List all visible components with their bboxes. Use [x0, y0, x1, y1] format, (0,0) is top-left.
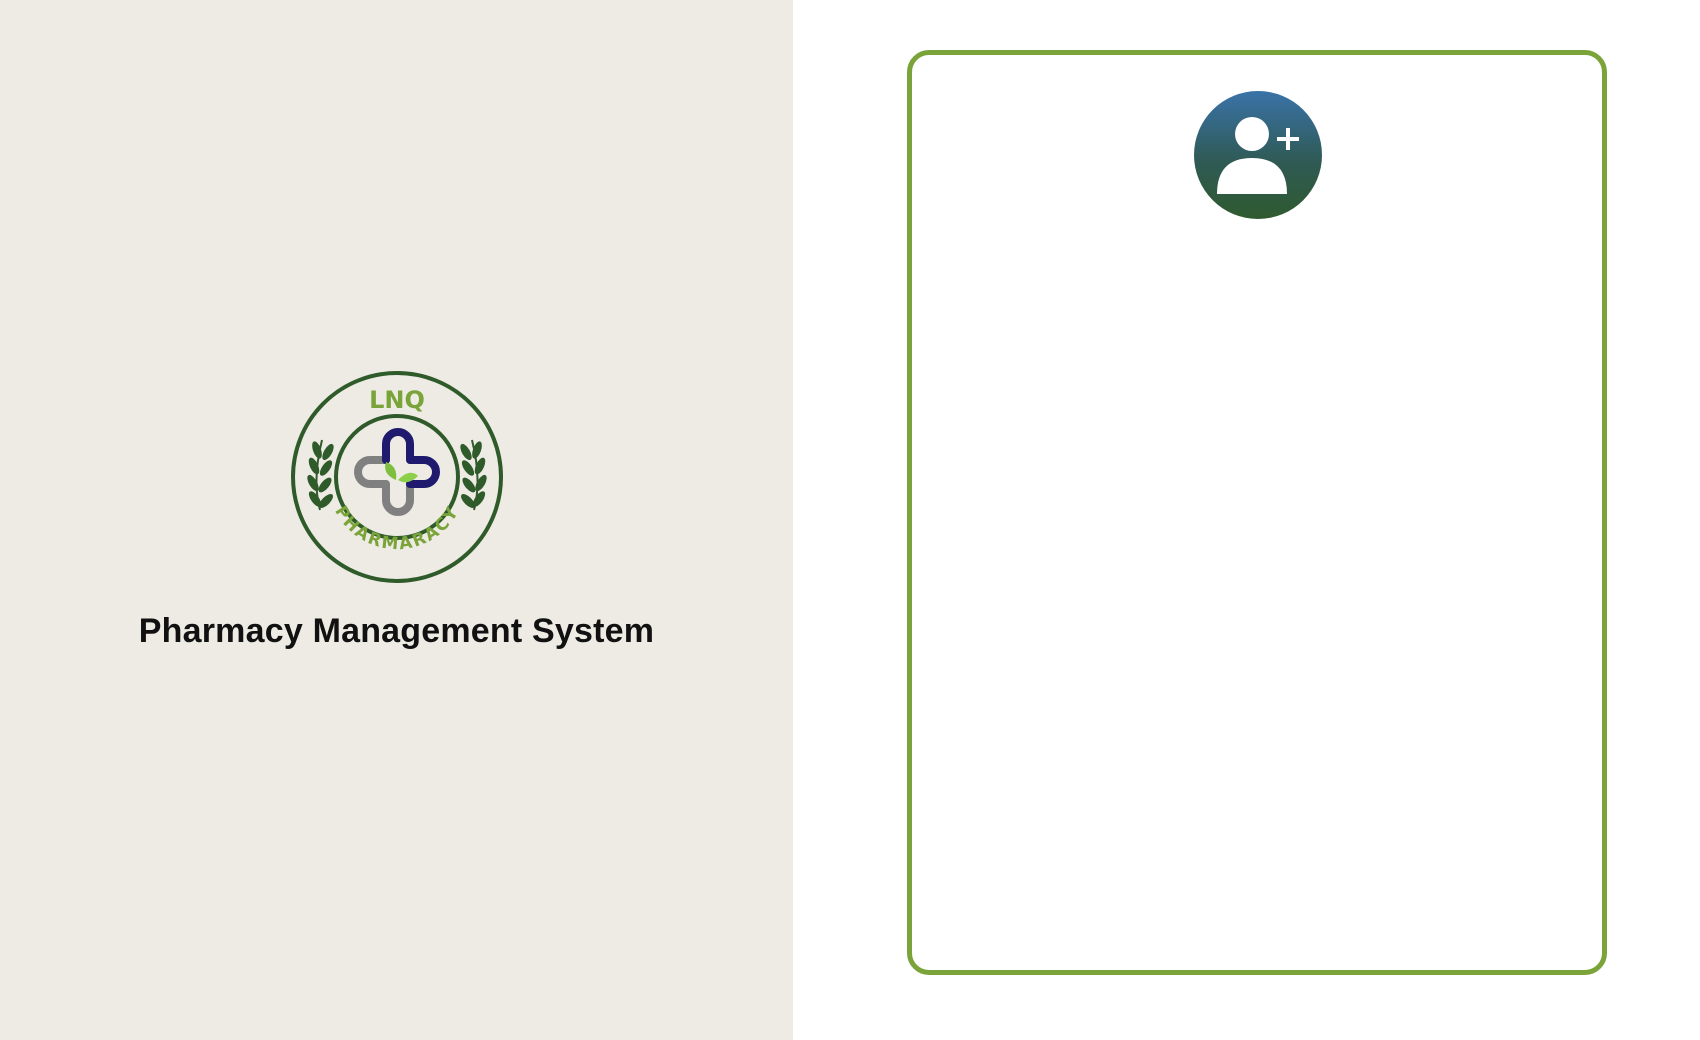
brand-panel: LNQ PHARMARACY Pharmacy Management Syste…: [0, 0, 793, 1040]
page: LNQ PHARMARACY Pharmacy Management Syste…: [0, 0, 1700, 1040]
logo-emblem: LNQ PHARMARACY: [291, 371, 503, 583]
laurel-left-icon: [307, 439, 334, 511]
user-plus-icon: [1194, 91, 1322, 219]
app-title: Pharmacy Management System: [138, 612, 655, 650]
logo-top-text: LNQ: [369, 386, 425, 414]
signup-card: [907, 50, 1607, 975]
pharmacy-logo: LNQ PHARMARACY: [290, 370, 504, 584]
pharmacy-cross-icon: [354, 428, 440, 516]
laurel-right-icon: [460, 439, 487, 511]
